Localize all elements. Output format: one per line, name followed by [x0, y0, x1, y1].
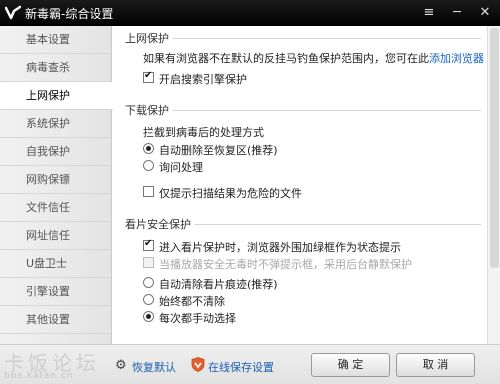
content-scrollbar[interactable]	[487, 26, 500, 344]
auto-clear-radio[interactable]	[143, 277, 154, 288]
sidebar-item-shopping-guard[interactable]: 网购保镖	[0, 166, 111, 194]
silent-protect-label: 当播放器安全无毒时不弹提示框，采用后台静默保护	[159, 258, 412, 271]
sidebar-item-usb-guard[interactable]: U盘卫士	[0, 250, 111, 278]
close-icon[interactable]: ✕	[474, 3, 496, 23]
never-clear-label: 始终都不清除	[159, 295, 225, 308]
ask-radio[interactable]	[143, 160, 154, 171]
section-video-protect-header: 看片安全保护	[113, 216, 487, 232]
manual-select-radio[interactable]	[143, 311, 154, 322]
sidebar-item-virus-scan[interactable]: 病毒查杀	[0, 54, 111, 82]
shield-icon	[191, 357, 205, 372]
sidebar-item-url-trust[interactable]: 网址信任	[0, 222, 111, 250]
download-protect-description: 拦截到病毒后的处理方式	[143, 126, 264, 139]
minimize-icon[interactable]: ─	[446, 3, 468, 23]
cancel-button[interactable]: 取 消	[396, 353, 475, 377]
web-protect-desc-text: 如果有浏览器不在默认的反挂马钓鱼保护范围内，您可在此	[143, 52, 429, 65]
section-web-protect-header: 上网保护	[113, 30, 487, 46]
sidebar-item-web-protect[interactable]: 上网保护	[0, 82, 113, 110]
sidebar-item-file-trust[interactable]: 文件信任	[0, 194, 111, 222]
search-engine-protect-label: 开启搜索引擎保护	[159, 73, 247, 86]
menu-icon[interactable]: ≡	[418, 3, 440, 23]
watermark-url: bbs.kafan.cn	[4, 371, 74, 381]
auto-clear-label: 自动清除看片痕迹(推荐)	[159, 278, 278, 291]
title-bar: 新毒霸-综合设置 ≡ ─ ✕	[0, 0, 500, 26]
sidebar-item-basic[interactable]: 基本设置	[0, 26, 111, 54]
auto-delete-radio[interactable]	[143, 143, 154, 154]
gear-icon: ⚙	[115, 358, 127, 373]
only-dangerous-label: 仅提示扫描结果为危险的文件	[159, 187, 302, 200]
sidebar-item-other[interactable]: 其他设置	[0, 306, 111, 334]
only-dangerous-checkbox[interactable]	[143, 186, 154, 197]
footer-bar: 卡饭论坛 bbs.kafan.cn ⚙ 恢复默认 在线保存设置 确 定 取 消	[0, 344, 500, 384]
manual-select-label: 每次都手动选择	[159, 312, 236, 325]
section-divider	[125, 38, 481, 39]
video-green-frame-label: 进入看片保护时，浏览器外围加绿框作为状态提示	[159, 241, 401, 254]
search-engine-protect-checkbox[interactable]	[143, 70, 154, 83]
silent-protect-checkbox	[143, 257, 154, 268]
settings-sidebar: 基本设置 病毒查杀 上网保护 系统保护 自我保护 网购保镖 文件信任 网址信任 …	[0, 26, 113, 344]
restore-default-link[interactable]: 恢复默认	[132, 359, 176, 375]
ok-button[interactable]: 确 定	[311, 353, 390, 377]
duba-logo-icon	[5, 5, 21, 20]
section-title: 看片安全保护	[125, 216, 195, 232]
settings-content: 上网保护 如果有浏览器不在默认的反挂马钓鱼保护范围内，您可在此添加浏览器 开启搜…	[113, 26, 487, 344]
ask-label: 询问处理	[159, 161, 203, 174]
scrollbar-thumb[interactable]	[490, 28, 499, 268]
section-download-protect-header: 下载保护	[113, 102, 487, 118]
section-title: 下载保护	[125, 102, 173, 118]
video-green-frame-checkbox[interactable]	[143, 238, 154, 251]
web-protect-description: 如果有浏览器不在默认的反挂马钓鱼保护范围内，您可在此添加浏览器	[143, 50, 484, 66]
add-browser-link[interactable]: 添加浏览器	[429, 52, 484, 65]
section-title: 上网保护	[125, 30, 173, 46]
sidebar-item-self-protect[interactable]: 自我保护	[0, 138, 111, 166]
window-title: 新毒霸-综合设置	[25, 7, 114, 21]
section-divider	[125, 110, 481, 111]
sidebar-item-system-protect[interactable]: 系统保护	[0, 110, 111, 138]
online-save-link[interactable]: 在线保存设置	[208, 359, 274, 375]
auto-delete-label: 自动删除至恢复区(推荐)	[159, 144, 278, 157]
sidebar-item-engine[interactable]: 引擎设置	[0, 278, 111, 306]
never-clear-radio[interactable]	[143, 294, 154, 305]
